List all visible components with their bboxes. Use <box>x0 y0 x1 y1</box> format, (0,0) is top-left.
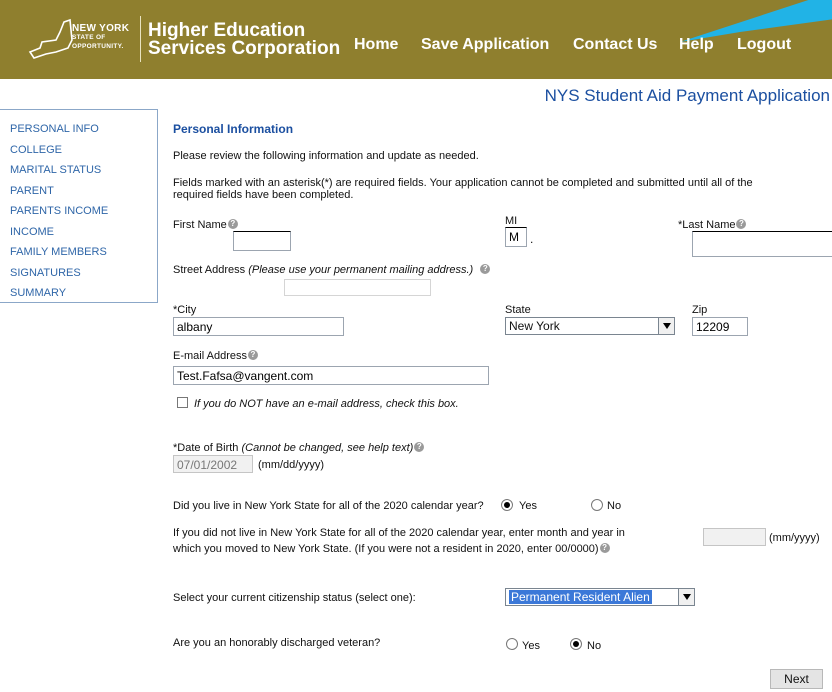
veteran-question: Are you an honorably discharged veteran? <box>173 637 381 649</box>
street-input[interactable] <box>284 279 431 296</box>
last-name-input[interactable] <box>692 231 832 257</box>
state-label: State <box>505 304 531 316</box>
nav-logout[interactable]: Logout <box>737 36 791 54</box>
email-label: E-mail Address? <box>173 350 258 362</box>
sidebar-item-college[interactable]: COLLEGE <box>0 140 157 161</box>
zip-input[interactable]: 12209 <box>692 317 748 336</box>
moved-date-input[interactable] <box>703 528 766 546</box>
logo-line1: NEW YORK <box>72 23 130 34</box>
email-label-text: E-mail Address <box>173 350 247 362</box>
veteran-yes-radio[interactable] <box>506 638 518 650</box>
help-icon[interactable]: ? <box>480 264 491 274</box>
chevron-down-icon[interactable] <box>678 589 694 605</box>
required-note-line1: Fields marked with an asterisk(*) are re… <box>173 177 753 189</box>
dob-label: *Date of Birth (Cannot be changed, see h… <box>173 442 425 454</box>
moved-date-format: (mm/yyyy) <box>769 532 820 544</box>
dob-format: (mm/dd/yyyy) <box>258 459 324 471</box>
dob-label-text: *Date of Birth <box>173 442 239 454</box>
moved-text-line1: If you did not live in New York State fo… <box>173 527 625 539</box>
ny-resident-question: Did you live in New York State for all o… <box>173 500 484 512</box>
state-select[interactable]: New York <box>505 317 675 335</box>
veteran-no-radio[interactable] <box>570 638 582 650</box>
veteran-no-label: No <box>587 640 602 652</box>
mi-input[interactable]: M <box>505 227 527 247</box>
ny-resident-no-radio[interactable] <box>591 499 603 511</box>
logo-line3: OPPORTUNITY. <box>72 43 124 50</box>
zip-label: Zip <box>692 304 708 316</box>
sidebar-item-parent[interactable]: PARENT <box>0 181 157 202</box>
logo-divider <box>140 16 141 62</box>
last-name-label-text: *Last Name <box>678 219 736 231</box>
sidebar-item-summary[interactable]: SUMMARY <box>0 283 157 304</box>
logo-line2: STATE OF <box>72 34 106 41</box>
required-note-line2: required fields have been completed. <box>173 189 354 201</box>
section-title: Personal Information <box>173 122 294 136</box>
sidebar-item-family-members[interactable]: FAMILY MEMBERS <box>0 242 157 263</box>
org-name-line2: Services Corporation <box>148 38 341 59</box>
ny-resident-yes-radio[interactable] <box>501 499 513 511</box>
citizenship-question: Select your current citizenship status (… <box>173 592 416 604</box>
last-name-label: *Last Name? <box>678 219 747 231</box>
street-label-text: Street Address <box>173 264 246 276</box>
sidebar-item-income[interactable]: INCOME <box>0 222 157 243</box>
veteran-yes-label: Yes <box>522 640 540 652</box>
decorative-swoosh <box>680 0 832 60</box>
next-button[interactable]: Next <box>770 669 823 689</box>
ny-state-logo-text: NEW YORK STATE OF OPPORTUNITY. <box>72 24 129 51</box>
dob-hint: (Cannot be changed, see help text) <box>241 442 414 454</box>
help-icon[interactable]: ? <box>227 219 238 229</box>
nav-home[interactable]: Home <box>354 36 398 54</box>
street-label: Street Address (Please use your permanen… <box>173 264 491 276</box>
org-name[interactable]: Higher Education Services Corporation <box>148 21 341 59</box>
moved-text-line2-text: which you moved to New York State. (If y… <box>173 543 599 555</box>
street-hint: (Please use your permanent mailing addre… <box>248 264 474 276</box>
citizenship-select-value: Permanent Resident Alien <box>509 590 652 604</box>
sidebar-item-marital-status[interactable]: MARITAL STATUS <box>0 160 157 181</box>
sidebar-item-parents-income[interactable]: PARENTS INCOME <box>0 201 157 222</box>
intro-text: Please review the following information … <box>173 150 479 162</box>
nav-save-application[interactable]: Save Application <box>421 36 549 54</box>
moved-text-line2: which you moved to New York State. (If y… <box>173 543 610 555</box>
app-title: NYS Student Aid Payment Application <box>544 86 830 105</box>
nav-contact-us[interactable]: Contact Us <box>573 36 657 54</box>
ny-resident-no-label: No <box>607 500 622 512</box>
state-select-value: New York <box>509 319 560 333</box>
help-icon[interactable]: ? <box>599 543 610 553</box>
first-name-label-text: First Name <box>173 219 227 231</box>
ny-resident-yes-label: Yes <box>519 500 537 512</box>
sidebar-item-personal-info[interactable]: PERSONAL INFO <box>0 119 157 140</box>
no-email-checkbox[interactable] <box>177 397 188 408</box>
first-name-input[interactable] <box>233 231 291 251</box>
city-input[interactable]: albany <box>173 317 344 336</box>
city-label: *City <box>173 304 197 316</box>
chevron-down-icon[interactable] <box>658 318 674 334</box>
mi-label: MI <box>505 215 518 227</box>
sidebar-nav: PERSONAL INFO COLLEGE MARITAL STATUS PAR… <box>0 109 158 303</box>
first-name-label: First Name? <box>173 219 238 231</box>
help-icon[interactable]: ? <box>414 442 425 452</box>
help-icon[interactable]: ? <box>736 219 747 229</box>
site-header: NEW YORK STATE OF OPPORTUNITY. Higher Ed… <box>0 0 832 79</box>
citizenship-select[interactable]: Permanent Resident Alien <box>505 588 695 606</box>
email-input[interactable]: Test.Fafsa@vangent.com <box>173 366 489 385</box>
ny-state-map-icon <box>28 18 73 59</box>
no-email-label: If you do NOT have an e-mail address, ch… <box>194 398 459 410</box>
mi-suffix: . <box>530 232 534 246</box>
dob-input: 07/01/2002 <box>173 455 253 473</box>
nav-help[interactable]: Help <box>679 36 714 54</box>
sidebar-item-signatures[interactable]: SIGNATURES <box>0 263 157 284</box>
help-icon[interactable]: ? <box>247 350 258 360</box>
